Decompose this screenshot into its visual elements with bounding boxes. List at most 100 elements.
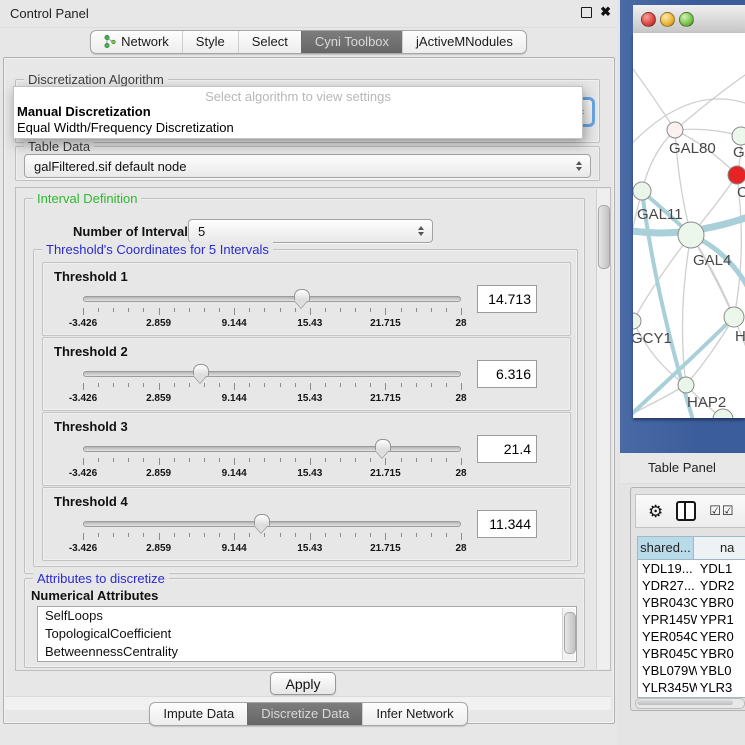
table-row[interactable]: YBR043CYBR0: [638, 594, 745, 611]
network-node[interactable]: [678, 377, 694, 393]
slider-thumb[interactable]: [254, 514, 270, 526]
column-layout-icon[interactable]: [676, 501, 696, 521]
threshold-2-slider[interactable]: -3.4262.8599.14415.4321.71528: [83, 364, 461, 408]
cell-shared-name[interactable]: YDR27...: [638, 577, 697, 594]
tab-discretize-data[interactable]: Discretize Data: [247, 703, 362, 725]
slider-tick: [159, 533, 160, 540]
table-row[interactable]: YER054CYER0: [638, 628, 745, 645]
table-row[interactable]: YPR145WYPR1: [638, 611, 745, 628]
number-of-intervals-spinner[interactable]: 5: [188, 219, 433, 243]
table-row[interactable]: YBR045CYBR0: [638, 645, 745, 662]
cell-shared-name[interactable]: YBR045C: [638, 645, 697, 662]
tab-impute-data[interactable]: Impute Data: [150, 703, 247, 725]
slider-tick: [128, 308, 129, 312]
network-node[interactable]: [724, 307, 744, 327]
network-node[interactable]: [732, 127, 745, 145]
cell-name[interactable]: YBR0: [697, 594, 745, 611]
node-table[interactable]: shared... na YDL19...YDL1YDR27...YDR2YBR…: [637, 536, 745, 698]
threshold-3-slider[interactable]: -3.4262.8599.14415.4321.71528: [83, 439, 461, 483]
checkbox-icons[interactable]: ☑☑: [709, 503, 734, 519]
slider-tick: [128, 533, 129, 537]
cell-name[interactable]: YPR1: [697, 611, 745, 628]
threshold-4-label: Threshold 4: [54, 494, 128, 509]
cell-name[interactable]: YBL0: [697, 662, 745, 679]
slider-tick: [355, 383, 356, 387]
cell-name[interactable]: YLR3: [697, 679, 745, 696]
numerical-attributes-list[interactable]: SelfLoops TopologicalCoefficient Between…: [37, 606, 577, 662]
threshold-3-value-field[interactable]: [477, 435, 537, 463]
network-node[interactable]: [633, 182, 651, 200]
network-node[interactable]: [633, 313, 641, 329]
table-row[interactable]: YDR27...YDR2: [638, 577, 745, 594]
tab-select[interactable]: Select: [238, 31, 301, 53]
cell-shared-name[interactable]: YDL19...: [638, 560, 697, 577]
close-traffic-light-icon[interactable]: [641, 12, 656, 27]
slider-tick: [83, 308, 84, 315]
cell-shared-name[interactable]: YER054C: [638, 628, 697, 645]
column-header-shared-name[interactable]: shared...: [638, 537, 694, 559]
threshold-2-value-field[interactable]: [477, 360, 537, 388]
slider-thumb[interactable]: [193, 364, 209, 376]
slider-track[interactable]: [83, 446, 461, 452]
slider-track[interactable]: [83, 371, 461, 377]
tab-network[interactable]: Network: [91, 31, 182, 53]
cell-name[interactable]: YBR0: [697, 645, 745, 662]
slider-tick: [219, 533, 220, 537]
network-node[interactable]: [678, 222, 704, 248]
popup-item-manual-discretization[interactable]: Manual Discretization: [17, 104, 151, 119]
zoom-traffic-light-icon[interactable]: [679, 12, 694, 27]
close-icon[interactable]: ✖: [600, 5, 611, 19]
table-row[interactable]: YBL079WYBL0: [638, 662, 745, 679]
minimize-traffic-light-icon[interactable]: [660, 12, 675, 27]
network-window-titlebar[interactable]: [633, 5, 745, 34]
slider-tick-label: 15.43: [297, 393, 322, 404]
tab-jactivemnodules[interactable]: jActiveMNodules: [402, 31, 526, 53]
slider-tick-label: -3.426: [69, 543, 97, 554]
slider-tick-label: 15.43: [297, 468, 322, 479]
spinner-arrows-icon[interactable]: [418, 226, 424, 236]
cell-name[interactable]: YER0: [697, 628, 745, 645]
cell-shared-name[interactable]: YBR043C: [638, 594, 697, 611]
float-window-icon[interactable]: [581, 7, 592, 18]
list-item[interactable]: SelfLoops: [38, 607, 576, 625]
panel-scrollbar[interactable]: [596, 189, 610, 669]
popup-item-equal-width-frequency[interactable]: Equal Width/Frequency Discretization: [17, 120, 234, 135]
slider-thumb[interactable]: [294, 289, 310, 301]
network-canvas[interactable]: GAL80GACGAL11GAL4GCY1HHAP2: [633, 33, 745, 418]
slider-tick: [159, 458, 160, 465]
group-title: Attributes to discretize: [33, 571, 169, 586]
list-item[interactable]: BetweennessCentrality: [38, 643, 576, 661]
table-row[interactable]: YLR345WYLR3: [638, 679, 745, 696]
network-edge[interactable]: [686, 317, 734, 385]
cell-name[interactable]: YDL1: [697, 560, 745, 577]
threshold-1-value-field[interactable]: [477, 285, 537, 313]
slider-tick: [340, 308, 341, 312]
cell-name[interactable]: YDR2: [697, 577, 745, 594]
cell-shared-name[interactable]: YBL079W: [638, 662, 697, 679]
column-header-name[interactable]: na: [694, 537, 745, 559]
threshold-4-slider[interactable]: -3.4262.8599.14415.4321.71528: [83, 514, 461, 558]
slider-tick: [385, 383, 386, 390]
threshold-4-value-field[interactable]: [477, 510, 537, 538]
network-edge[interactable]: [633, 61, 675, 130]
threshold-1-slider[interactable]: -3.4262.8599.14415.4321.71528: [83, 289, 461, 333]
network-node[interactable]: [667, 122, 683, 138]
tab-style[interactable]: Style: [182, 31, 238, 53]
table-data-combobox[interactable]: galFiltered.sif default node: [24, 154, 591, 178]
slider-thumb[interactable]: [375, 439, 391, 451]
tab-infer-network[interactable]: Infer Network: [362, 703, 466, 725]
slider-track[interactable]: [83, 296, 461, 302]
slider-track[interactable]: [83, 521, 461, 527]
tab-cyni-toolbox[interactable]: Cyni Toolbox: [301, 31, 402, 53]
gear-icon[interactable]: ⚙: [648, 503, 663, 520]
apply-button[interactable]: Apply: [270, 672, 336, 695]
spinner-arrows-icon[interactable]: [576, 161, 582, 171]
cell-shared-name[interactable]: YPR145W: [638, 611, 697, 628]
table-row[interactable]: YDL19...YDL1: [638, 560, 745, 577]
table-horizontal-scrollbar[interactable]: [635, 698, 745, 709]
slider-tick: [401, 533, 402, 537]
network-node[interactable]: [728, 166, 745, 184]
list-scrollbar[interactable]: [562, 608, 575, 660]
cell-shared-name[interactable]: YLR345W: [638, 679, 697, 696]
list-item[interactable]: TopologicalCoefficient: [38, 625, 576, 643]
